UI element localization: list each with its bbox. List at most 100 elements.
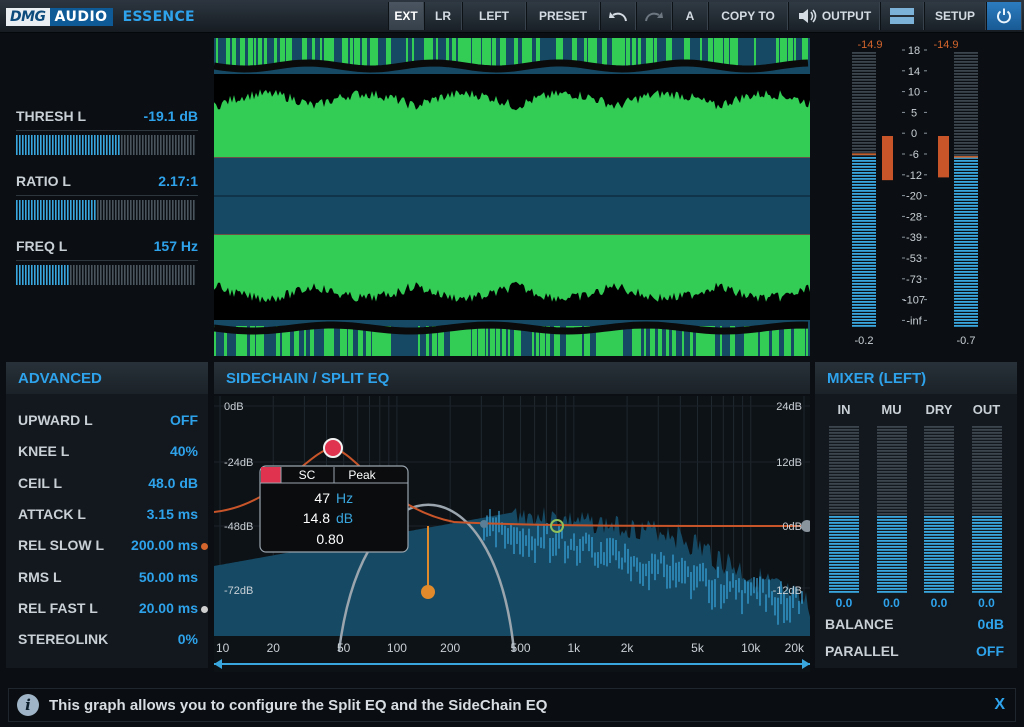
mixer-channel-value: 0.0 <box>930 596 948 610</box>
slider-tick <box>139 265 141 285</box>
advanced-row[interactable]: REL SLOW L 200.00 ms <box>18 537 208 557</box>
popup-frequency-unit[interactable]: Hz <box>336 490 353 506</box>
mixer-fader[interactable] <box>971 426 1002 594</box>
advanced-row-value[interactable]: 3.15 ms <box>147 506 198 522</box>
strip-bar <box>780 38 784 66</box>
mixer-fader[interactable] <box>924 426 954 594</box>
advanced-row[interactable]: CEIL L 48.0 dB <box>18 475 208 495</box>
copy-to-button[interactable]: COPY TO <box>708 2 788 30</box>
lr-button[interactable]: LR <box>424 2 462 30</box>
slider-tick <box>73 200 75 220</box>
slider-tick <box>46 135 48 155</box>
strip-bar <box>724 38 726 66</box>
advanced-row-value[interactable]: 20.00 ms <box>139 600 198 616</box>
meter-segment <box>954 187 978 189</box>
ab-compare-button[interactable]: A <box>672 2 708 30</box>
slider-tick <box>43 135 45 155</box>
slider-tick <box>34 265 36 285</box>
popup-frequency-value[interactable]: 47 <box>314 490 330 506</box>
fader-segment <box>829 543 859 545</box>
strip-bar <box>754 38 756 66</box>
advanced-row-value[interactable]: 40% <box>170 443 198 459</box>
strip-bar <box>654 38 657 66</box>
balance-value[interactable]: 0dB <box>978 616 1004 632</box>
slider-tick <box>127 200 129 220</box>
speaker-icon <box>798 9 817 23</box>
slider-tick <box>88 200 90 220</box>
ext-button[interactable]: EXT <box>388 2 424 30</box>
fader-segment <box>829 561 859 563</box>
waveform-top <box>214 89 810 157</box>
mixer-fader[interactable] <box>876 426 907 594</box>
advanced-row-value[interactable]: 0% <box>178 631 198 647</box>
fader-segment <box>971 561 1002 563</box>
thresh-slider[interactable] <box>16 135 196 155</box>
strip-bar <box>486 38 491 66</box>
advanced-row[interactable]: UPWARD L OFF <box>18 412 208 432</box>
fader-segment <box>829 510 859 512</box>
strip-bar <box>462 38 466 66</box>
meter-segment <box>954 112 978 114</box>
advanced-row[interactable]: ATTACK L 3.15 ms <box>18 506 208 526</box>
fader-segment <box>876 480 907 482</box>
popup-tab-sc[interactable]: SC <box>299 468 316 482</box>
eq-frequency-label: 20 <box>267 641 281 655</box>
slider-tick <box>91 135 93 155</box>
fader-segment <box>924 507 954 509</box>
band-color-swatch[interactable] <box>261 467 281 483</box>
modulation-dot[interactable] <box>201 543 208 551</box>
slider-tick <box>187 265 189 285</box>
slider-tick <box>178 265 180 285</box>
slider-tick <box>43 265 45 285</box>
redo-button[interactable] <box>636 2 672 30</box>
advanced-row[interactable]: REL FAST L 20.00 ms <box>18 600 208 620</box>
popup-q-value[interactable]: 0.80 <box>316 531 343 547</box>
advanced-row-value[interactable]: 200.00 ms <box>131 537 198 553</box>
advanced-row[interactable]: STEREOLINK 0% <box>18 631 208 651</box>
advanced-row-value[interactable]: 48.0 dB <box>148 475 198 491</box>
eq-graph[interactable]: 0dB -24dB -48dB -72dB 24dB 12dB 0dB -12dB 10 20 50… <box>214 396 810 672</box>
strip-bar <box>622 38 625 66</box>
advanced-row[interactable]: KNEE L 40% <box>18 443 208 463</box>
slider-tick <box>184 135 186 155</box>
close-status-button[interactable]: X <box>994 696 1005 714</box>
meter-segment <box>954 229 978 231</box>
advanced-row-value[interactable]: 50.00 ms <box>139 569 198 585</box>
meter-segment <box>852 238 876 240</box>
meter-segment <box>954 139 978 141</box>
meter-scale-label: -73 <box>906 274 922 286</box>
parallel-value[interactable]: OFF <box>976 643 1004 659</box>
ratio-slider[interactable] <box>16 200 196 220</box>
meter-scale-label: -28 <box>906 211 922 223</box>
meter-segment <box>852 79 876 81</box>
advanced-row-value[interactable]: OFF <box>170 412 198 428</box>
brand-audio: AUDIO <box>49 7 113 26</box>
freq-slider[interactable] <box>16 265 196 285</box>
advanced-row[interactable]: RMS L 50.00 ms <box>18 569 208 589</box>
meter-segment <box>954 205 978 207</box>
strip-bar <box>466 326 471 356</box>
fader-segment <box>924 546 954 548</box>
fader-segment <box>971 576 1002 578</box>
popup-gain-unit[interactable]: dB <box>336 510 353 526</box>
left-channel-button[interactable]: LEFT <box>462 2 526 30</box>
slider-tick <box>190 200 192 220</box>
meter-segment <box>954 295 978 297</box>
power-button[interactable] <box>986 2 1022 30</box>
fader-segment <box>876 522 907 524</box>
fader-segment <box>924 549 954 551</box>
undo-button[interactable] <box>600 2 636 30</box>
modulation-dot[interactable] <box>201 605 208 613</box>
popup-gain-value[interactable]: 14.8 <box>303 510 330 526</box>
menu-button[interactable] <box>880 2 924 30</box>
mixer-fader[interactable] <box>829 426 859 594</box>
setup-button[interactable]: SETUP <box>924 2 986 30</box>
slider-tick <box>55 135 57 155</box>
fader-segment <box>829 573 859 575</box>
fader-segment <box>876 540 907 542</box>
output-button[interactable]: OUTPUT <box>788 2 880 30</box>
eq-frequency-label: 1k <box>567 641 581 655</box>
preset-button[interactable]: PRESET <box>526 2 600 30</box>
fader-segment <box>924 570 954 572</box>
popup-tab-peak[interactable]: Peak <box>348 468 376 482</box>
